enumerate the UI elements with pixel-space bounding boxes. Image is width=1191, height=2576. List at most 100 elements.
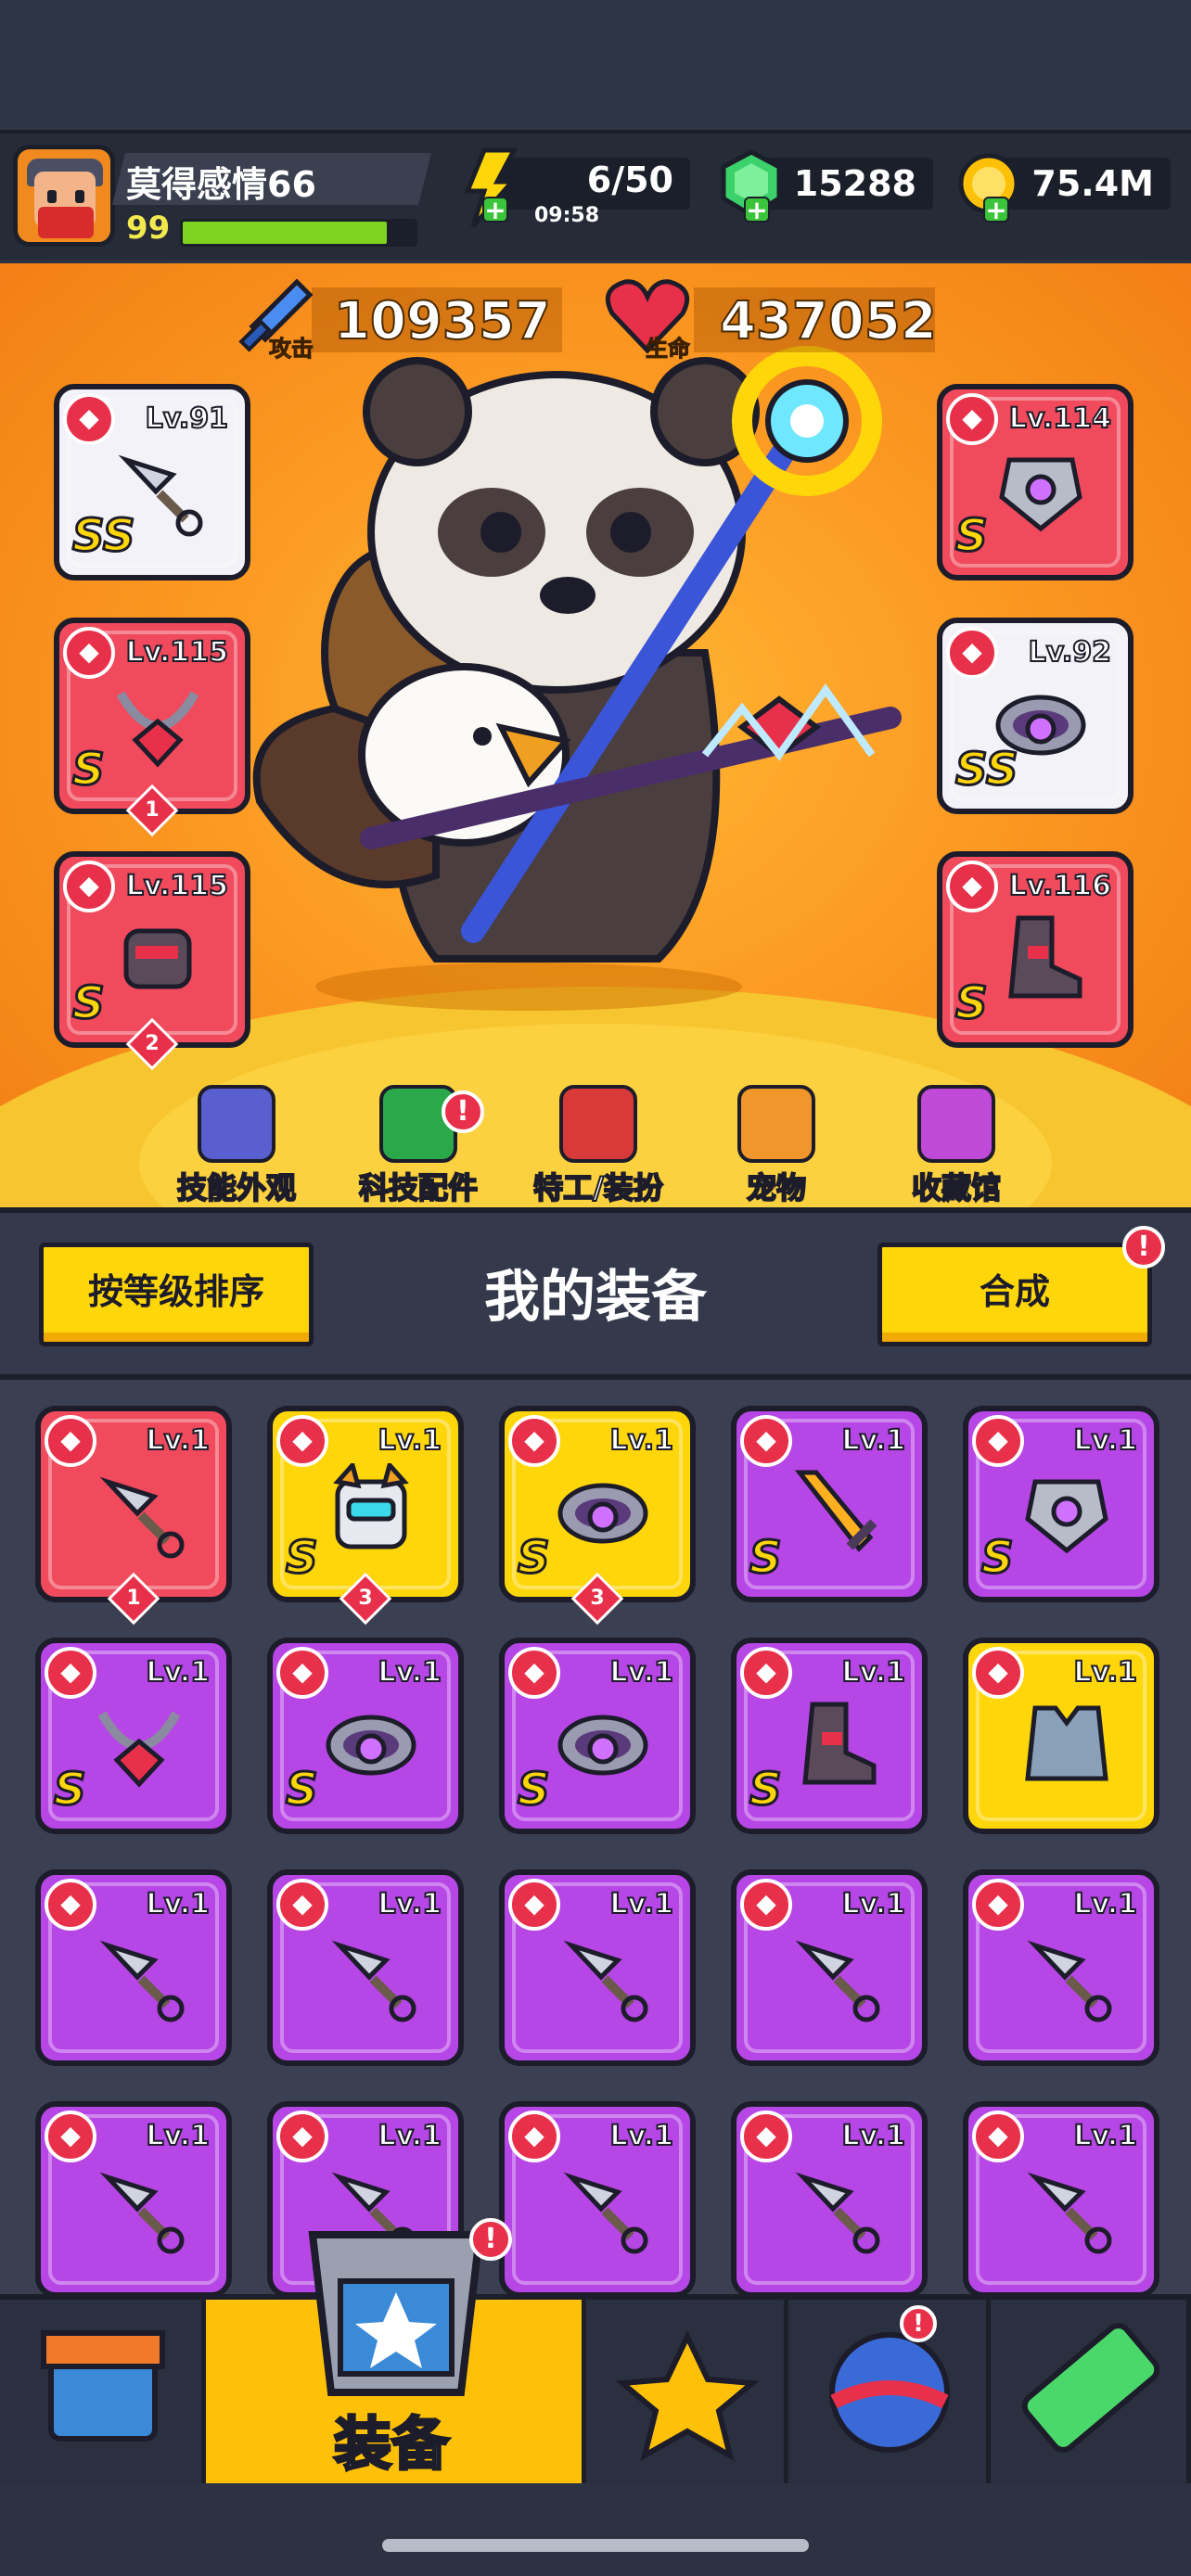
menu-agent-outfit[interactable]: 特工/装扮 <box>519 1085 677 1207</box>
item-grade: SS <box>70 509 135 564</box>
inventory-item[interactable]: ◆ Lv.1 <box>499 1869 696 2066</box>
equipped-slot-left-2[interactable]: ◆ Lv.115 S 1 <box>54 618 250 837</box>
inventory-item[interactable]: ◆ Lv.1 S <box>963 1406 1159 1602</box>
inventory-item[interactable]: ◆ Lv.1 S <box>267 1638 464 1834</box>
item-level: Lv.1 <box>378 1887 442 1921</box>
armor-slot-icon: ◆ <box>946 393 998 445</box>
hp-label: 生命 <box>646 336 691 363</box>
coin-value: 75.4M <box>1031 163 1154 204</box>
weapon-slot-icon: ◆ <box>740 1415 792 1467</box>
item-grade: S <box>71 743 107 797</box>
kunai-icon <box>1027 1940 1112 2022</box>
inventory-item[interactable]: ◆ Lv.1 <box>35 2101 232 2298</box>
weapon-slot-icon: ◆ <box>972 1879 1024 1931</box>
player-avatar[interactable] <box>13 145 115 247</box>
star-count: 3 <box>358 1587 373 1610</box>
coin-plus-button[interactable]: + <box>983 197 1009 223</box>
item-grade: S <box>749 1531 784 1586</box>
equipped-slot-left-3[interactable]: ◆ Lv.115 S 2 <box>54 851 250 1071</box>
item-level: Lv.1 <box>146 1423 211 1458</box>
inventory-item[interactable]: ◆ Lv.1 <box>963 2101 1159 2298</box>
kunai-icon <box>1027 2172 1112 2254</box>
equipped-slot-left-1[interactable]: ◆ Lv.91 SS <box>54 384 250 580</box>
tab-gacha-ball[interactable] <box>788 2300 991 2483</box>
inventory-item[interactable]: ◆ Lv.1 S 3 <box>499 1406 696 1626</box>
inventory-item[interactable]: ◆ Lv.1 <box>963 1869 1159 2066</box>
sort-by-level-button[interactable]: 按等级排序 <box>39 1243 314 1346</box>
star-count: 2 <box>145 1032 160 1055</box>
gem-value: 15288 <box>793 163 916 204</box>
tab-label: 装备 <box>332 2409 450 2480</box>
tab-alert-badge: ! <box>469 2218 512 2261</box>
menu-label: 特工/装扮 <box>532 1169 664 1206</box>
inventory-item[interactable]: ◆ Lv.1 S <box>499 1638 696 1834</box>
belt-slot-icon: ◆ <box>508 1415 560 1467</box>
weapon-slot-icon: ◆ <box>276 1879 328 1931</box>
star-count: 1 <box>145 798 160 822</box>
xp-bar-fill <box>183 222 387 244</box>
item-grade: S <box>517 1531 552 1586</box>
energy-plus-button[interactable]: + <box>482 197 508 223</box>
menu-collection[interactable]: 收藏馆 <box>877 1085 1035 1207</box>
item-grade: SS <box>954 743 1018 797</box>
boot-icon <box>802 1702 877 1785</box>
home-indicator-area <box>0 2483 1191 2576</box>
inventory-item[interactable]: ◆ Lv.1 <box>731 2101 928 2298</box>
item-grade: S <box>285 1763 320 1817</box>
menu-skill-skin[interactable]: 技能外观 <box>158 1085 315 1207</box>
ring-belt-icon <box>557 1483 648 1544</box>
tab-battle-star[interactable] <box>586 2300 788 2483</box>
merge-button[interactable]: 合成 <box>877 1243 1152 1346</box>
belt-slot-icon: ◆ <box>946 627 998 679</box>
menu-pet[interactable]: 宠物 <box>698 1085 855 1207</box>
inventory-item[interactable]: ◆ Lv.1 S 3 <box>267 1406 464 1626</box>
hex-belt-icon <box>326 1715 416 1776</box>
panda-hero-character[interactable] <box>223 319 928 1024</box>
boot-icon <box>1008 915 1082 999</box>
inventory-item[interactable]: ◆ Lv.1 <box>963 1638 1159 1834</box>
home-indicator <box>382 2539 809 2552</box>
kunai-icon <box>331 1940 416 2022</box>
kunai-icon <box>795 1940 880 2022</box>
energy-value: 6/50 <box>586 159 673 200</box>
item-grade: S <box>954 976 990 1031</box>
inventory-item[interactable]: ◆ Lv.1 S <box>731 1638 928 1834</box>
collection-icon <box>917 1085 995 1163</box>
flame-sword-icon <box>794 1470 877 1552</box>
weapon-slot-icon: ◆ <box>740 1879 792 1931</box>
ring-belt-icon <box>557 1715 648 1776</box>
tab-dna-tube[interactable] <box>991 2300 1191 2483</box>
item-level: Lv.92 <box>1028 635 1112 670</box>
armor-icon <box>999 457 1082 532</box>
inventory-item[interactable]: ◆ Lv.1 S <box>35 1638 232 1834</box>
inventory-item[interactable]: ◆ Lv.1 1 <box>35 1406 232 1626</box>
kunai-icon <box>99 2172 185 2254</box>
equipped-slot-right-2[interactable]: ◆ Lv.92 SS <box>937 618 1133 814</box>
inventory-item[interactable]: ◆ Lv.1 S <box>731 1406 928 1602</box>
item-level: Lv.1 <box>1073 1655 1138 1690</box>
agent-outfit-icon <box>559 1085 637 1163</box>
armor-slot-icon: ◆ <box>276 1415 328 1467</box>
tab-shop[interactable] <box>0 2300 206 2483</box>
vest-icon <box>1025 1705 1108 1781</box>
shop-icon <box>41 2330 165 2442</box>
item-level: Lv.1 <box>841 1423 906 1458</box>
inventory-item[interactable]: ◆ Lv.1 <box>731 1869 928 2066</box>
inventory-title: 我的装备 <box>484 1265 707 1330</box>
inventory-item[interactable]: ◆ Lv.1 <box>267 1869 464 2066</box>
item-level: Lv.91 <box>145 402 229 436</box>
gem-plus-button[interactable]: + <box>744 197 770 223</box>
dna-tube-icon <box>1021 2323 1160 2453</box>
menu-label: 宠物 <box>746 1169 807 1206</box>
item-level: Lv.1 <box>1073 2119 1138 2153</box>
equipped-slot-right-3[interactable]: ◆ Lv.116 S <box>937 851 1133 1048</box>
inventory-item[interactable]: ◆ Lv.1 <box>35 1869 232 2066</box>
menu-label: 收藏馆 <box>911 1169 1002 1206</box>
item-grade: S <box>980 1531 1016 1586</box>
boot-slot-icon: ◆ <box>740 1647 792 1699</box>
gacha-ball-icon <box>829 2332 950 2453</box>
equipped-slot-right-1[interactable]: ◆ Lv.114 S <box>937 384 1133 580</box>
player-name: 莫得感情66 <box>126 164 316 205</box>
equipment-icon <box>308 2231 484 2396</box>
tab-alert-badge: ! <box>900 2305 937 2342</box>
